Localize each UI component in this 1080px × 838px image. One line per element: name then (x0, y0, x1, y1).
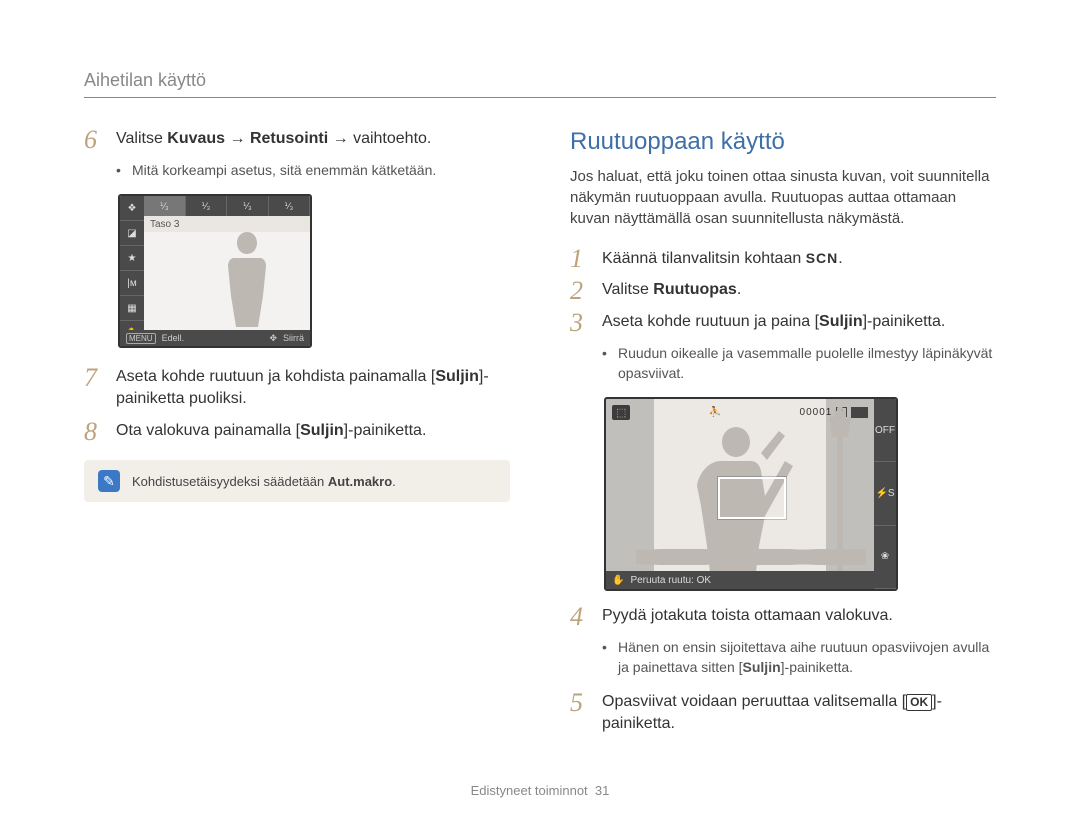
step-text: Valitse Ruutuopas. (602, 279, 996, 303)
step-text: Pyydä jotakuta toista ottamaan valokuva. (602, 605, 996, 629)
t: Ota valokuva painamalla [ (116, 422, 300, 439)
right-column: Ruutuoppaan käyttö Jos haluat, että joku… (570, 128, 996, 743)
ribbon-icon: ▦ (120, 296, 144, 321)
page-header-title: Aihetilan käyttö (84, 70, 996, 91)
hand-icon: ✋ (612, 575, 624, 586)
step-number: 3 (570, 311, 590, 335)
step-3-sub: Ruudun oikealle ja vasemmalle puolelle i… (570, 343, 996, 383)
t-bold: Kuvaus (167, 130, 225, 147)
section-title: Ruutuoppaan käyttö (570, 128, 996, 156)
move-label: Siirrä (283, 333, 304, 343)
step-2: 2 Valitse Ruutuopas. (570, 279, 996, 303)
person-icon: ⛹ (709, 407, 721, 418)
step-text: Aseta kohde ruutuun ja kohdista painamal… (116, 366, 510, 410)
right-icon-ribbon: OFF ⚡S ❀ (874, 399, 896, 589)
footer-section: Edistyneet toiminnot (471, 783, 588, 798)
info-icon: ✎ (98, 470, 120, 492)
section-intro: Jos haluat, että joku toinen ottaa sinus… (570, 166, 996, 229)
t: vaihtoehto. (353, 130, 431, 147)
track-cell: ⅟₃ (227, 196, 269, 216)
step-text: Aseta kohde ruutuun ja paina [Suljin]-pa… (602, 311, 996, 335)
step-text: Ota valokuva painamalla [Suljin]-painike… (116, 420, 510, 444)
t: Aseta kohde ruutuun ja paina [ (602, 313, 819, 330)
t: Kohdistusetäisyydeksi säädetään (132, 474, 328, 489)
left-icon-ribbon: ❖ ◪ ★ |м ▦ ✋ (120, 196, 144, 346)
bottom-row: MENU Edell. ✥ Siirrä (120, 330, 310, 346)
back-label: Edell. (162, 333, 185, 343)
t: . (392, 474, 396, 489)
t: Käännä tilanvalitsin kohtaan (602, 250, 806, 267)
bush-decoration (636, 543, 866, 571)
bottom-strip-text: Peruuta ruutu: OK (630, 575, 711, 586)
step-number: 8 (84, 420, 104, 444)
camera-screen-thumbnail-1: ❖ ◪ ★ |м ▦ ✋ ⅟₃ ⅟₃ ⅟₃ ⅟₃ Taso 3 (118, 194, 312, 348)
step-6: 6 Valitse Kuvaus → Retusointi → vaihtoeh… (84, 128, 510, 152)
page-footer: Edistyneet toiminnot 31 (84, 783, 996, 798)
step-text: Valitse Kuvaus → Retusointi → vaihtoehto… (116, 128, 510, 152)
tracks-row: ⅟₃ ⅟₃ ⅟₃ ⅟₃ (144, 196, 310, 216)
silhouette-icon (220, 232, 275, 327)
footer-page-number: 31 (595, 783, 609, 798)
status-row: Taso 3 (144, 216, 310, 232)
ribbon-icon: ⚡S (874, 462, 896, 525)
menu-icon: MENU (126, 333, 156, 344)
note-text: Kohdistusetäisyydeksi säädetään Aut.makr… (132, 474, 396, 489)
step-number: 2 (570, 279, 590, 303)
t-bold: Suljin (743, 659, 781, 675)
track-cell: ⅟₃ (269, 196, 311, 216)
t: Valitse (116, 130, 167, 147)
step-3: 3 Aseta kohde ruutuun ja paina [Suljin]-… (570, 311, 996, 335)
t-bold: Suljin (819, 313, 863, 330)
camera-screen-thumbnail-2: ⬚ ⛹ 00001 ▯ ▮▮▮ (604, 397, 898, 591)
bullet-text: Ruudun oikealle ja vasemmalle puolelle i… (602, 343, 996, 383)
step-number: 4 (570, 605, 590, 629)
ribbon-icon: OFF (874, 399, 896, 462)
ok-button-icon: OK (906, 694, 932, 711)
t-bold: Ruutuopas (653, 281, 737, 298)
step-8: 8 Ota valokuva painamalla [Suljin]-paini… (84, 420, 510, 444)
t-bold: Retusointi (250, 130, 328, 147)
t-bold: Aut.makro (328, 474, 392, 489)
t: ]-painiketta. (863, 313, 946, 330)
step-text: Opasviivat voidaan peruuttaa valitsemall… (602, 691, 996, 735)
step-number: 6 (84, 128, 104, 152)
t: ]-painiketta. (344, 422, 427, 439)
header-rule (84, 97, 996, 98)
t-bold: Suljin (300, 422, 344, 439)
scn-mode-icon: SCN (806, 250, 839, 266)
move-icon: ✥ (269, 333, 277, 344)
step-text: Käännä tilanvalitsin kohtaan SCN. (602, 247, 996, 271)
info-note: ✎ Kohdistusetäisyydeksi säädetään Aut.ma… (84, 460, 510, 502)
focus-frame (718, 477, 786, 519)
step-6-sub: Mitä korkeampi asetus, sitä enemmän kätk… (84, 160, 510, 180)
t: Aseta kohde ruutuun ja kohdista painamal… (116, 368, 435, 385)
ribbon-icon: |м (120, 271, 144, 296)
step-number: 1 (570, 247, 590, 271)
bottom-strip: ✋ Peruuta ruutu: OK (606, 571, 874, 589)
t: Valitse (602, 281, 653, 298)
step-5: 5 Opasviivat voidaan peruuttaa valitsema… (570, 691, 996, 735)
left-column: 6 Valitse Kuvaus → Retusointi → vaihtoeh… (84, 128, 510, 743)
t-arrow: → (225, 130, 250, 147)
ribbon-icon: ★ (120, 246, 144, 271)
bullet-text: Mitä korkeampi asetus, sitä enemmän kätk… (116, 160, 510, 180)
t: ]-painiketta. (781, 659, 853, 675)
step-number: 5 (570, 691, 590, 735)
step-4: 4 Pyydä jotakuta toista ottamaan valokuv… (570, 605, 996, 629)
bullet-text: Hänen on ensin sijoitettava aihe ruutuun… (602, 637, 996, 677)
t: . (737, 281, 741, 298)
track-cell: ⅟₃ (144, 196, 186, 216)
ribbon-icon: ❖ (120, 196, 144, 221)
t-arrow: → (328, 130, 353, 147)
step-number: 7 (84, 366, 104, 410)
ribbon-icon: ❀ (874, 526, 896, 589)
t: Opasviivat voidaan peruuttaa valitsemall… (602, 693, 906, 710)
step-4-sub: Hänen on ensin sijoitettava aihe ruutuun… (570, 637, 996, 677)
ribbon-icon: ◪ (120, 221, 144, 246)
t-bold: Suljin (435, 368, 479, 385)
t: . (838, 250, 842, 267)
step-1: 1 Käännä tilanvalitsin kohtaan SCN. (570, 247, 996, 271)
step-7: 7 Aseta kohde ruutuun ja kohdista painam… (84, 366, 510, 410)
track-cell: ⅟₃ (186, 196, 228, 216)
